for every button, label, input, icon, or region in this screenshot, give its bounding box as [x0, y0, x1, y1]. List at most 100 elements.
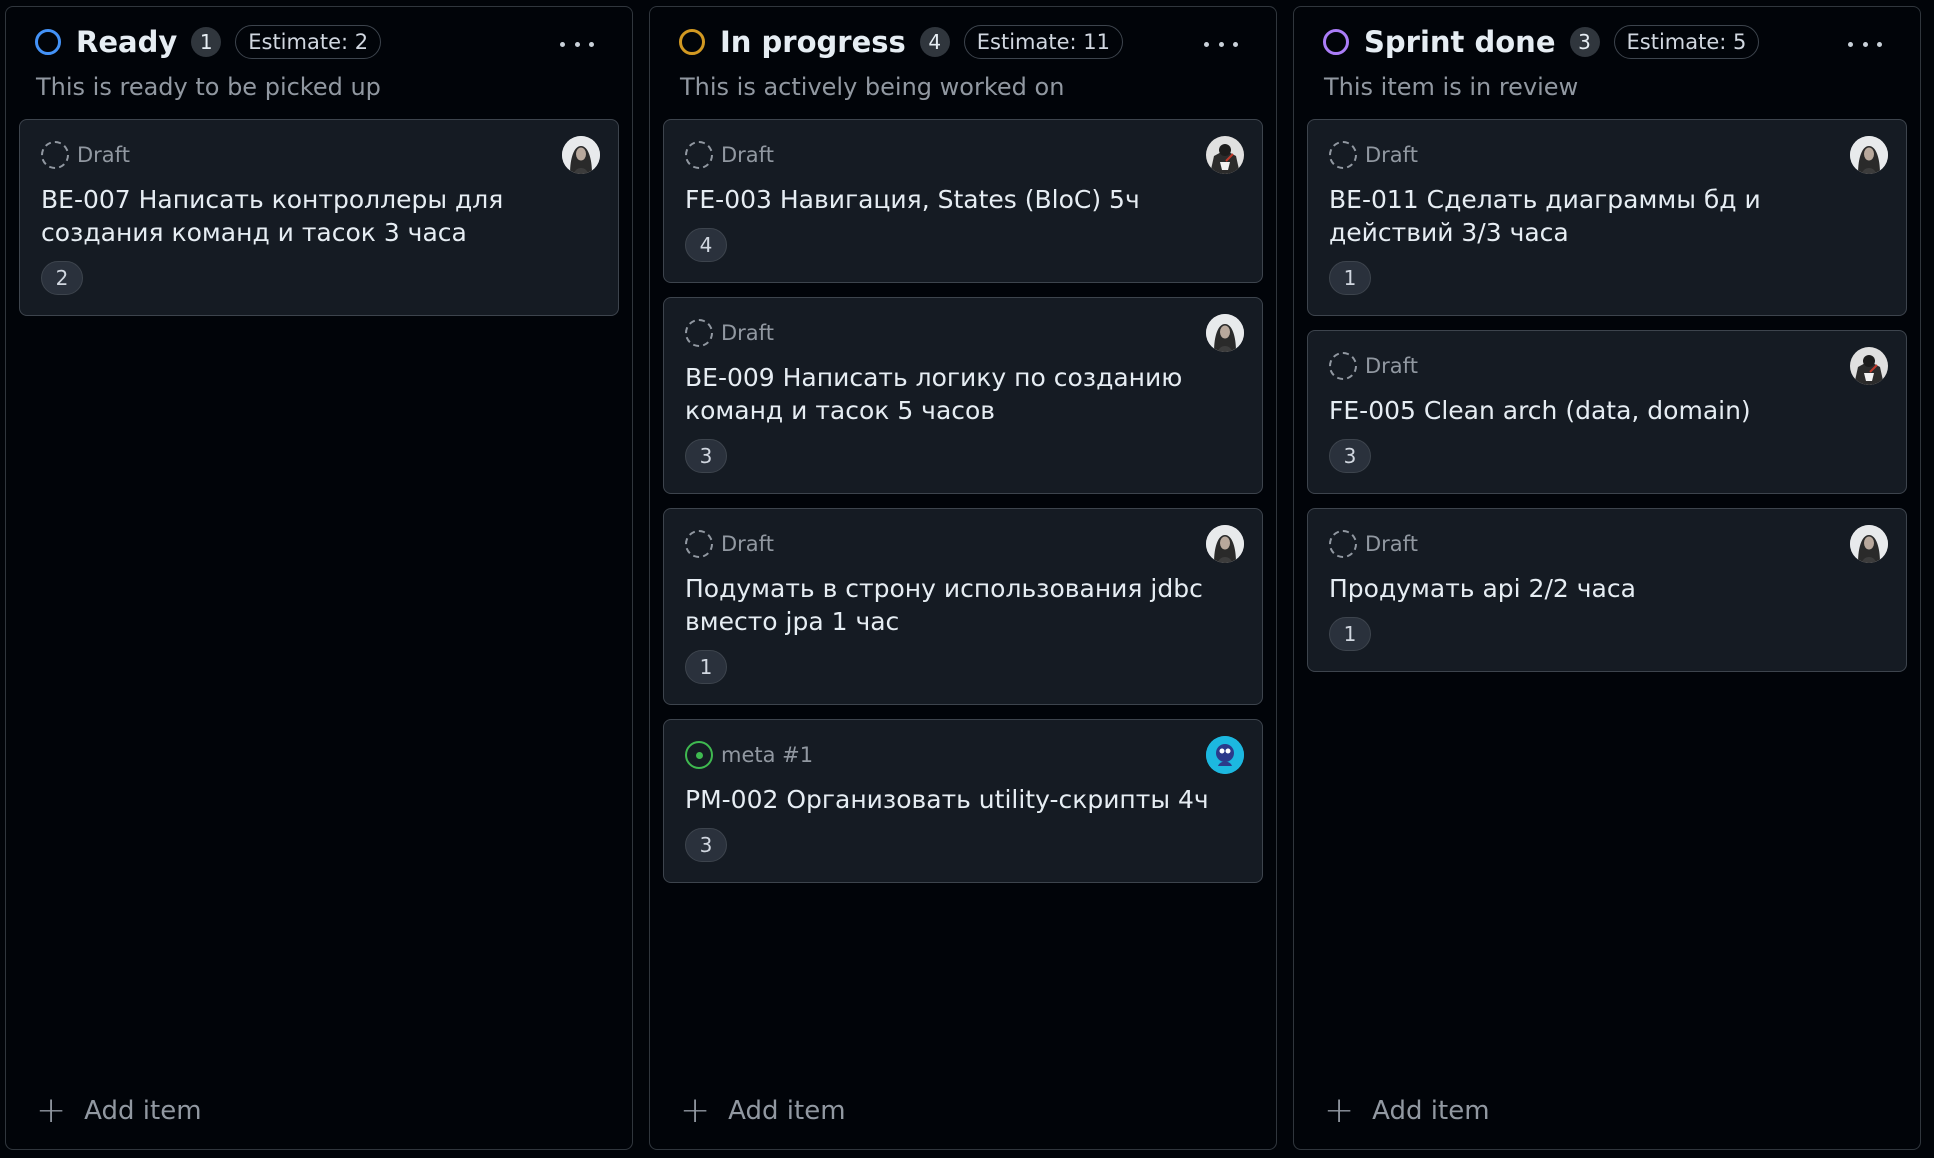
- woman-avatar[interactable]: [1850, 525, 1888, 563]
- column-menu-button[interactable]: [1204, 37, 1238, 51]
- board-card[interactable]: Draft FE-005 Clean arch (data, domain) 3: [1307, 330, 1907, 494]
- dot-icon: [1848, 41, 1853, 47]
- card-header: Draft: [685, 318, 1242, 348]
- column-title: In progress: [720, 25, 906, 59]
- column-header: In progress 4 Estimate: 11: [663, 7, 1263, 69]
- points-badge: 3: [685, 828, 727, 862]
- board-card[interactable]: Draft FE-003 Навигация, States (BloC) 5ч…: [663, 119, 1263, 283]
- draft-icon: [685, 141, 713, 169]
- woman-avatar[interactable]: [1206, 525, 1244, 563]
- draft-icon: [685, 530, 713, 558]
- dot-icon: [1204, 41, 1209, 47]
- avatar-image: [1206, 525, 1244, 563]
- board-card[interactable]: meta #1 PM-002 Организовать utility-скри…: [663, 719, 1263, 883]
- card-header: Draft: [41, 140, 598, 170]
- draft-icon: [41, 141, 69, 169]
- card-type[interactable]: meta #1: [721, 743, 813, 767]
- dark-avatar[interactable]: [1850, 347, 1888, 385]
- add-item-label: Add item: [1372, 1096, 1490, 1126]
- card-title[interactable]: FE-003 Навигация, States (BloC) 5ч: [685, 183, 1242, 216]
- card-type: Draft: [77, 143, 130, 167]
- card-title[interactable]: Продумать api 2/2 часа: [1329, 572, 1886, 605]
- column-menu-button[interactable]: [1848, 37, 1882, 51]
- card-header: Draft: [1329, 351, 1886, 381]
- add-item-label: Add item: [728, 1096, 846, 1126]
- add-item-button[interactable]: + Add item: [1324, 1093, 1490, 1129]
- avatar-image: [562, 136, 600, 174]
- card-title[interactable]: BE-011 Сделать диаграммы бд и действий 3…: [1329, 183, 1886, 249]
- column-title: Sprint done: [1364, 25, 1556, 59]
- avatar-image: [1850, 525, 1888, 563]
- card-type: Draft: [721, 143, 774, 167]
- board-card[interactable]: Draft BE-007 Написать контроллеры для со…: [19, 119, 619, 316]
- column-ready: Ready 1 Estimate: 2 This is ready to be …: [5, 6, 633, 1150]
- points-badge: 1: [1329, 261, 1371, 295]
- estimate-badge: Estimate: 2: [235, 25, 382, 59]
- column-header: Sprint done 3 Estimate: 5: [1307, 7, 1907, 69]
- card-title[interactable]: Подумать в строну использования jdbc вме…: [685, 572, 1242, 638]
- card-type: Draft: [1365, 354, 1418, 378]
- add-item-label: Add item: [84, 1096, 202, 1126]
- item-count-badge: 1: [191, 27, 222, 57]
- dark-avatar[interactable]: [1206, 136, 1244, 174]
- card-header: Draft: [1329, 529, 1886, 559]
- status-circle-icon: [35, 29, 61, 55]
- column-description: This item is in review: [1324, 73, 1579, 101]
- dot-icon: [1218, 41, 1224, 47]
- card-type: Draft: [721, 321, 774, 345]
- dot-icon: [1877, 41, 1882, 47]
- project-board: Ready 1 Estimate: 2 This is ready to be …: [0, 0, 1934, 1158]
- avatar-image: [1850, 136, 1888, 174]
- avatar-image: [1206, 314, 1244, 352]
- avatar-image: [1850, 347, 1888, 385]
- draft-icon: [685, 319, 713, 347]
- card-header: Draft: [685, 529, 1242, 559]
- item-count-badge: 4: [919, 27, 950, 57]
- cyan-avatar[interactable]: [1206, 736, 1244, 774]
- card-header: meta #1: [685, 740, 1242, 770]
- draft-icon: [1329, 141, 1357, 169]
- board-card[interactable]: Draft Подумать в строну использования jd…: [663, 508, 1263, 705]
- column-menu-button[interactable]: [560, 37, 594, 51]
- column-description: This is ready to be picked up: [36, 73, 381, 101]
- add-item-button[interactable]: + Add item: [680, 1093, 846, 1129]
- points-badge: 3: [685, 439, 727, 473]
- woman-avatar[interactable]: [1850, 136, 1888, 174]
- card-type: Draft: [1365, 143, 1418, 167]
- woman-avatar[interactable]: [1206, 314, 1244, 352]
- woman-avatar[interactable]: [562, 136, 600, 174]
- board-card[interactable]: Draft Продумать api 2/2 часа 1: [1307, 508, 1907, 672]
- plus-icon: +: [36, 1090, 67, 1131]
- estimate-badge: Estimate: 5: [1613, 25, 1760, 59]
- card-title[interactable]: PM-002 Организовать utility-скрипты 4ч: [685, 783, 1242, 816]
- card-type: Draft: [1365, 532, 1418, 556]
- card-header: Draft: [1329, 140, 1886, 170]
- column-sprint-done: Sprint done 3 Estimate: 5 This item is i…: [1293, 6, 1921, 1150]
- card-title[interactable]: BE-009 Написать логику по созданию коман…: [685, 361, 1242, 427]
- board-card[interactable]: Draft BE-011 Сделать диаграммы бд и дейс…: [1307, 119, 1907, 316]
- board-card[interactable]: Draft BE-009 Написать логику по созданию…: [663, 297, 1263, 494]
- dot-icon: [574, 41, 580, 47]
- points-badge: 1: [1329, 617, 1371, 651]
- status-circle-icon: [679, 29, 705, 55]
- avatar-image: [1206, 736, 1244, 774]
- points-badge: 2: [41, 261, 83, 295]
- column-in-progress: In progress 4 Estimate: 11 This is activ…: [649, 6, 1277, 1150]
- estimate-badge: Estimate: 11: [963, 25, 1124, 59]
- points-badge: 1: [685, 650, 727, 684]
- add-item-button[interactable]: + Add item: [36, 1093, 202, 1129]
- card-title[interactable]: FE-005 Clean arch (data, domain): [1329, 394, 1886, 427]
- draft-icon: [1329, 352, 1357, 380]
- plus-icon: +: [680, 1090, 711, 1131]
- points-badge: 4: [685, 228, 727, 262]
- dot-icon: [1233, 41, 1238, 47]
- plus-icon: +: [1324, 1090, 1355, 1131]
- card-title[interactable]: BE-007 Написать контроллеры для создания…: [41, 183, 598, 249]
- column-title: Ready: [76, 25, 178, 59]
- dot-icon: [560, 41, 565, 47]
- card-type: Draft: [721, 532, 774, 556]
- open-issue-icon: [685, 741, 713, 769]
- dot-icon: [1862, 41, 1868, 47]
- column-description: This is actively being worked on: [680, 73, 1065, 101]
- card-header: Draft: [685, 140, 1242, 170]
